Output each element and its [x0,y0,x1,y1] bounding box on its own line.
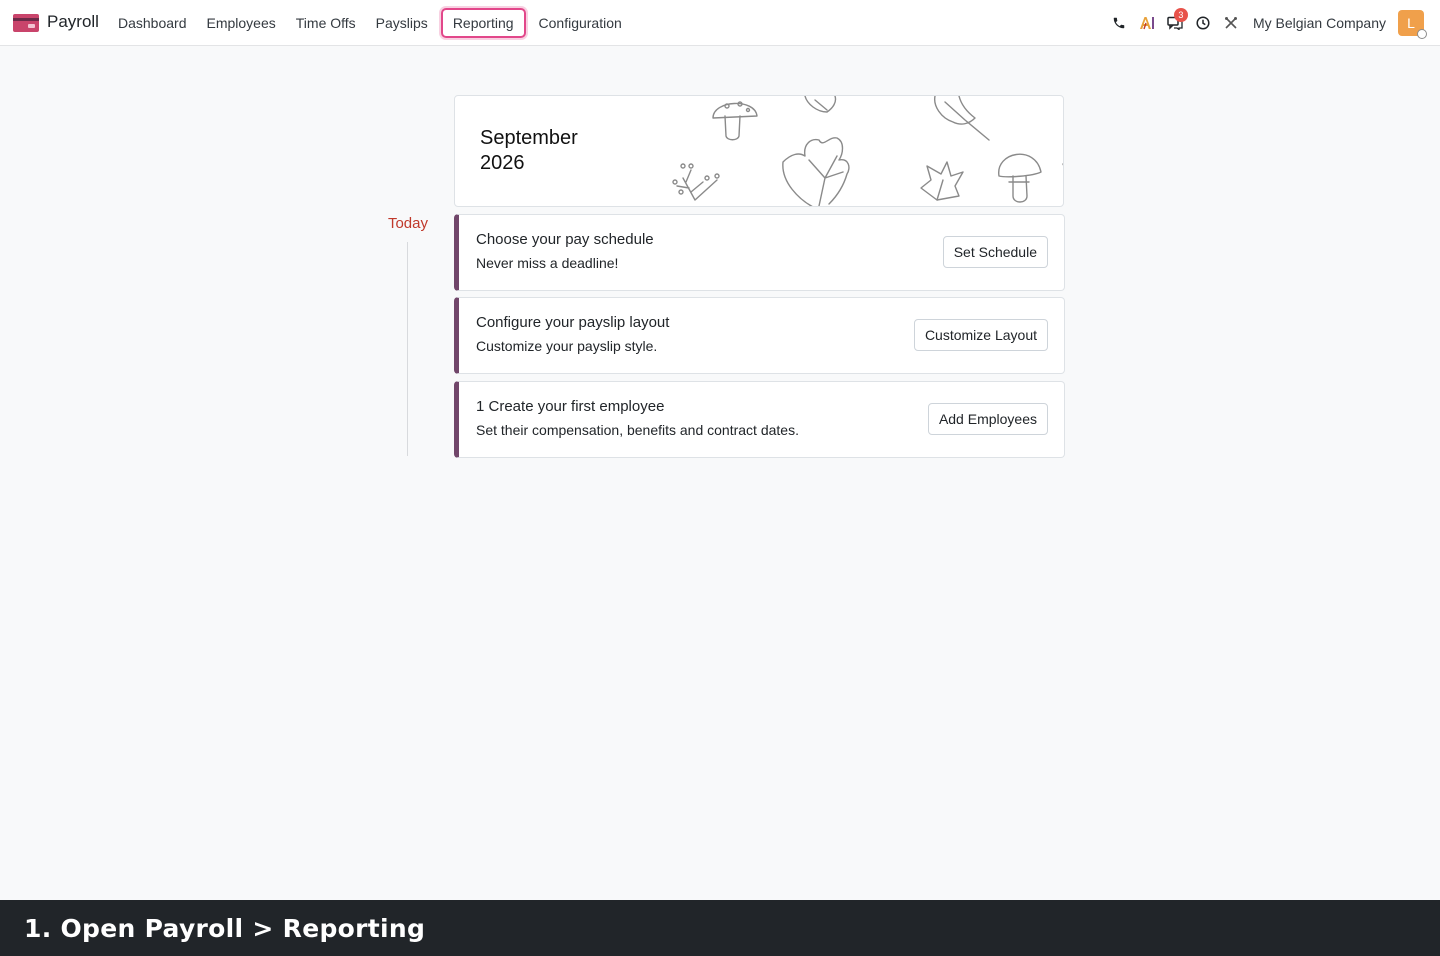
task-title: Configure your payslip layout [476,314,670,331]
messages-badge: 3 [1173,8,1188,22]
autumn-decoration-icon [672,96,1063,206]
app-name[interactable]: Payroll [47,12,99,32]
user-avatar[interactable]: L [1398,10,1427,39]
avatar-letter: L [1407,15,1415,31]
month-card: September 2026 [454,95,1064,207]
menu-item-configuration[interactable]: Configuration [529,0,632,46]
today-label: Today [387,215,428,232]
messages-icon[interactable]: 3 [1161,0,1189,46]
task-subtitle: Never miss a deadline! [476,255,619,271]
top-navbar: Payroll Dashboard Employees Time Offs Pa… [0,0,1440,46]
systray: 3 My Belgian Company L [1105,0,1427,46]
tools-icon[interactable] [1217,0,1245,46]
tutorial-caption: 1. Open Payroll > Reporting [0,900,1440,956]
set-schedule-button[interactable]: Set Schedule [942,236,1048,268]
add-employees-button[interactable]: Add Employees [927,403,1048,435]
main-menu: Dashboard Employees Time Offs Payslips R… [108,0,632,46]
payroll-app-icon[interactable] [13,14,39,32]
clock-icon[interactable] [1189,0,1217,46]
ai-icon[interactable] [1133,0,1161,46]
task-subtitle: Customize your payslip style. [476,338,658,354]
task-title: 1 Create your first employee [476,398,665,415]
menu-item-time-offs[interactable]: Time Offs [286,0,366,46]
task-card-pay-schedule: Choose your pay schedule Never miss a de… [454,214,1065,291]
task-title: Choose your pay schedule [476,231,654,248]
task-card-first-employee: 1 Create your first employee Set their c… [454,381,1065,458]
presence-status-icon [1417,29,1427,39]
task-subtitle: Set their compensation, benefits and con… [476,422,799,438]
menu-item-reporting[interactable]: Reporting [440,8,526,38]
menu-item-employees[interactable]: Employees [197,0,286,46]
menu-item-payslips[interactable]: Payslips [366,0,438,46]
menu-item-dashboard[interactable]: Dashboard [108,0,197,46]
timeline-line [407,242,408,456]
task-card-payslip-layout: Configure your payslip layout Customize … [454,297,1065,374]
phone-icon[interactable] [1105,0,1133,46]
company-switcher[interactable]: My Belgian Company [1253,15,1386,31]
customize-layout-button[interactable]: Customize Layout [913,319,1048,351]
